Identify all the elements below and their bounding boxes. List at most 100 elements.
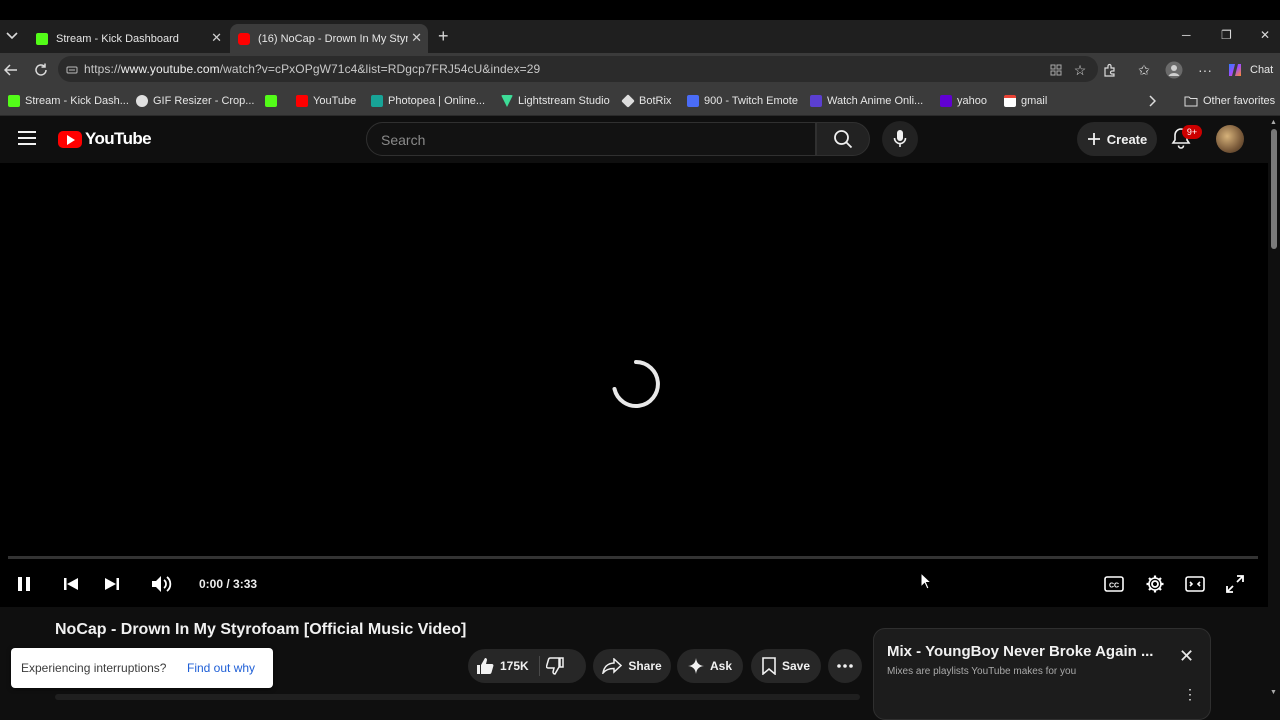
copilot-icon — [1229, 63, 1241, 76]
previous-button[interactable] — [59, 572, 83, 596]
voice-search-button[interactable] — [882, 121, 918, 157]
gear-icon — [1146, 575, 1164, 593]
gmail-icon — [1004, 95, 1016, 107]
back-icon[interactable] — [2, 61, 20, 79]
scroll-up-icon[interactable]: ▲ — [1270, 119, 1277, 126]
search-button[interactable] — [816, 122, 870, 156]
bookmark-gmail[interactable]: gmail — [1004, 94, 1047, 108]
profile-icon[interactable] — [1165, 61, 1183, 79]
favorites-icon[interactable]: ✩ — [1135, 61, 1153, 79]
bookmarks-overflow-icon[interactable] — [1148, 94, 1156, 108]
next-button[interactable] — [100, 572, 124, 596]
microphone-icon — [893, 130, 907, 147]
time-display: 0:00 / 3:33 — [199, 577, 258, 591]
site-info-icon[interactable] — [66, 63, 78, 81]
bookmark-label: gmail — [1021, 95, 1048, 107]
scrollbar-thumb[interactable] — [1271, 129, 1277, 249]
tab-youtube-video[interactable]: (16) NoCap - Drown In My Styrofoam ✕ — [230, 24, 428, 53]
tab-kick-dashboard[interactable]: Stream - Kick Dashboard ✕ — [28, 24, 228, 53]
tab-title: (16) NoCap - Drown In My Styrofoam — [258, 32, 408, 45]
search-input[interactable]: Search — [366, 122, 816, 156]
minimize-icon[interactable]: ─ — [1182, 28, 1191, 42]
more-actions-button[interactable] — [828, 649, 862, 683]
dislike-button[interactable] — [545, 657, 564, 675]
theater-mode-button[interactable] — [1183, 572, 1207, 596]
close-icon[interactable]: ✕ — [1179, 647, 1194, 665]
scroll-down-icon[interactable]: ▼ — [1270, 689, 1277, 696]
fullscreen-button[interactable] — [1223, 572, 1247, 596]
anime-icon — [810, 95, 822, 107]
mix-title[interactable]: Mix - YoungBoy Never Broke Again ... — [887, 643, 1153, 660]
bookmark-kick[interactable] — [265, 94, 277, 108]
share-label: Share — [628, 659, 662, 673]
settings-button[interactable] — [1143, 572, 1167, 596]
previous-icon — [64, 578, 78, 590]
save-button[interactable]: Save — [751, 649, 821, 683]
account-avatar[interactable] — [1216, 125, 1244, 153]
divider — [538, 656, 540, 676]
extensions-icon[interactable] — [1101, 61, 1119, 79]
progress-bar[interactable] — [8, 556, 1258, 559]
bookmark-kick-dashboard[interactable]: Stream - Kick Dash... — [8, 94, 129, 108]
volume-icon — [152, 576, 172, 592]
address-bar[interactable]: https://www.youtube.com/watch?v=cPxOPgW7… — [58, 56, 1098, 82]
sparkle-icon — [687, 658, 704, 674]
page-scrollbar[interactable]: ▲ ▼ — [1268, 117, 1280, 720]
thumbs-down-icon — [545, 657, 564, 675]
bookmark-yahoo[interactable]: yahoo — [940, 94, 987, 108]
bookmark-youtube[interactable]: YouTube — [296, 94, 356, 108]
fullscreen-icon — [1226, 575, 1244, 593]
app-available-icon[interactable] — [1047, 61, 1065, 79]
find-out-why-link[interactable]: Find out why — [187, 661, 255, 675]
more-horizontal-icon — [837, 664, 853, 668]
reload-icon[interactable] — [32, 61, 50, 79]
bookmark-label: Lightstream Studio — [518, 95, 610, 107]
share-icon — [602, 658, 623, 674]
other-favorites-folder[interactable]: Other favorites — [1184, 94, 1275, 108]
bookmark-label: yahoo — [957, 95, 987, 107]
youtube-icon — [296, 95, 308, 107]
ask-button[interactable]: Ask — [677, 649, 743, 683]
video-title: NoCap - Drown In My Styrofoam [Official … — [55, 621, 467, 638]
copilot-chat-button[interactable]: Chat — [1226, 59, 1273, 80]
photopea-icon — [371, 95, 383, 107]
share-button[interactable]: Share — [593, 649, 671, 683]
mix-subtitle: Mixes are playlists YouTube makes for yo… — [887, 666, 1077, 677]
mix-playlist-panel: Mix - YoungBoy Never Broke Again ... Mix… — [873, 628, 1211, 720]
restore-icon[interactable]: ❐ — [1221, 28, 1232, 42]
bookmark-gif-resizer[interactable]: GIF Resizer - Crop... — [136, 94, 254, 108]
thumbs-up-icon — [477, 658, 494, 674]
more-menu-icon[interactable]: ··· — [1196, 61, 1214, 79]
kick-icon — [265, 95, 277, 107]
guide-menu-icon[interactable] — [18, 131, 36, 147]
favorite-star-icon[interactable]: ☆ — [1071, 61, 1089, 79]
close-tab-icon[interactable]: ✕ — [411, 31, 422, 45]
bookmark-photopea[interactable]: Photopea | Online... — [371, 94, 485, 108]
save-label: Save — [781, 659, 811, 673]
loading-spinner-icon — [612, 360, 660, 408]
bookmark-lightstream[interactable]: Lightstream Studio — [501, 94, 610, 108]
more-vertical-icon[interactable]: ⋮ — [1183, 687, 1197, 701]
bookmark-watch-anime[interactable]: Watch Anime Onli... — [810, 94, 923, 108]
new-tab-icon[interactable]: + — [438, 27, 449, 45]
pause-button[interactable] — [12, 572, 36, 596]
svg-text:CC: CC — [1109, 583, 1119, 590]
create-button[interactable]: Create — [1077, 122, 1157, 156]
closed-captions-icon: CC — [1104, 576, 1124, 592]
volume-button[interactable] — [150, 572, 174, 596]
close-tab-icon[interactable]: ✕ — [211, 31, 222, 45]
youtube-logo[interactable]: YouTube — [58, 129, 152, 149]
like-button[interactable]: 175K — [476, 657, 529, 675]
bookmark-botrix[interactable]: BotRix — [621, 94, 671, 108]
bookmark-label: Watch Anime Onli... — [827, 95, 924, 107]
tab-actions-menu-icon[interactable] — [2, 26, 22, 46]
lightstream-icon — [501, 95, 513, 107]
subtitles-button[interactable]: CC — [1102, 572, 1126, 596]
pause-icon — [18, 577, 30, 591]
bookmark-twitch-emote[interactable]: 900 - Twitch Emote — [687, 94, 798, 108]
ask-label: Ask — [709, 659, 732, 673]
bookmark-label: Stream - Kick Dash... — [25, 95, 129, 107]
ezgif-icon — [136, 95, 148, 107]
close-window-icon[interactable]: ✕ — [1260, 28, 1270, 42]
video-player[interactable]: 0:00 / 3:33 CC — [0, 163, 1268, 607]
